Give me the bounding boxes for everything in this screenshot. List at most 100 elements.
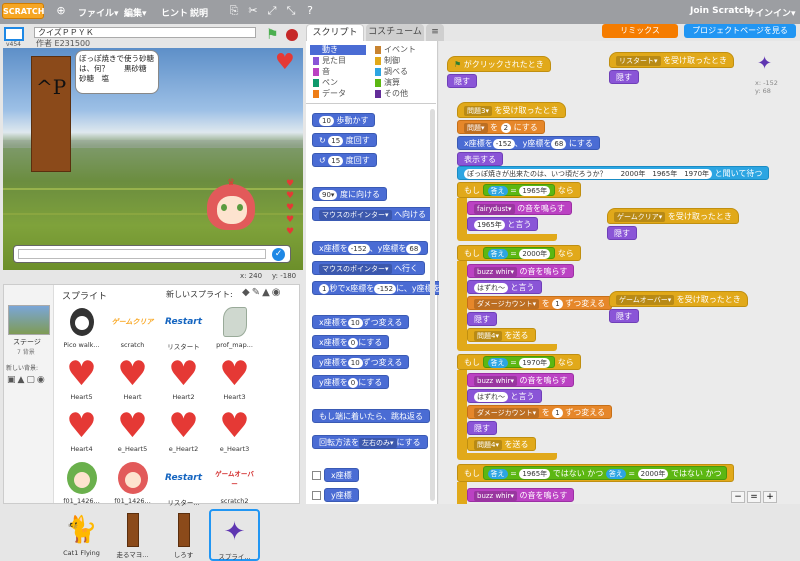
reporter-x-position[interactable]: x座標 xyxy=(324,468,359,482)
block-goto-xy[interactable]: x座標を -152 、y座標を 68 xyxy=(312,241,429,255)
sprite-tile[interactable]: ♥ Heart5 xyxy=(56,353,107,405)
block-change-variable[interactable]: ダメージカウント▾ を 1 ずつ変える xyxy=(467,405,613,419)
turn-right-input[interactable]: 15 xyxy=(328,135,344,146)
sound-dropdown[interactable]: buzz whir▾ xyxy=(474,266,517,277)
menu-edit[interactable]: 編集▾ xyxy=(124,6,147,19)
block-set-variable[interactable]: 問題▾ を 2 にする xyxy=(457,120,545,134)
stage-canvas[interactable]: ^P ぼっぽ焼きで使う砂糖は、何？ 黒砂糖 砂糖 塩 ♥ ♥ ♥ ♥ ♥ ♥ ♛ ✓ xyxy=(3,48,303,270)
answer-reporter[interactable]: 答え xyxy=(605,468,626,479)
answer-reporter[interactable]: 答え xyxy=(487,185,508,196)
palette-scrollbar[interactable] xyxy=(430,109,435,501)
damage-variable-dropdown[interactable]: ダメージカウント▾ xyxy=(474,407,540,418)
sprite-tile[interactable]: 走るマヨ... xyxy=(107,509,158,561)
damage-variable-dropdown[interactable]: ダメージカウント▾ xyxy=(474,298,540,309)
category-7[interactable]: 演算 xyxy=(372,78,400,88)
block-hide[interactable]: 隠す xyxy=(467,421,497,435)
block-turn-right[interactable]: ↻ 15 度回す xyxy=(312,133,377,147)
presentation-mode-icon[interactable] xyxy=(4,27,24,41)
anime-girl-sprite[interactable]: ♛ xyxy=(199,178,263,238)
block-if-answer-1970[interactable]: もし 答え = 1970年 なら xyxy=(457,354,581,370)
tab-costumes[interactable]: コスチューム xyxy=(366,24,424,41)
join-scratch-link[interactable]: Join Scratch xyxy=(690,6,751,16)
category-5[interactable]: 調べる xyxy=(372,67,408,77)
globe-icon[interactable]: ⊕ xyxy=(54,4,68,18)
goto-x-input[interactable]: -152 xyxy=(492,138,515,149)
project-title-input[interactable]: クイズＰＰＹＫ xyxy=(34,27,256,38)
submit-answer-icon[interactable]: ✓ xyxy=(272,248,285,261)
change-y-input[interactable]: 10 xyxy=(347,357,363,368)
compare-value-input[interactable]: 2000年 xyxy=(519,248,551,259)
move-steps-input[interactable]: 10 xyxy=(319,115,334,126)
compare-value-input[interactable]: 1965年 xyxy=(519,468,551,479)
block-if-answer-2000[interactable]: もし 答え = 2000年 なら xyxy=(457,245,581,261)
direction-input[interactable]: 90▾ xyxy=(319,189,338,200)
goto-x-input[interactable]: -152 xyxy=(347,243,370,254)
goto-dropdown[interactable]: マウスのポインター▾ xyxy=(319,263,392,274)
block-move-steps[interactable]: 10 歩動かす xyxy=(312,113,376,127)
sprite-tile[interactable]: f01_1426... xyxy=(56,457,107,509)
block-hide[interactable]: 隠す xyxy=(467,312,497,326)
sprite-tile[interactable]: ♥ Heart xyxy=(107,353,158,405)
sprite-tile[interactable]: Pico walk... xyxy=(56,301,107,353)
block-when-receive-q3[interactable]: 問題3▾ を受け取ったとき xyxy=(457,102,566,118)
category-2[interactable]: 見た目 xyxy=(310,56,346,66)
gameover-message-dropdown[interactable]: ゲームオーバー▾ xyxy=(616,294,675,305)
answer-input[interactable] xyxy=(18,249,266,259)
answer-reporter[interactable]: 答え xyxy=(487,357,508,368)
block-change-variable[interactable]: ダメージカウント▾ を 1 ずつ変える xyxy=(467,296,613,310)
block-play-sound[interactable]: fairydust▾ の音を鳴らす xyxy=(467,201,572,215)
compare-value-input[interactable]: 1965年 xyxy=(519,185,551,196)
sprite-tile[interactable]: ゲームクリア scratch xyxy=(107,301,158,353)
menu-tips[interactable]: ヒント xyxy=(161,6,188,19)
sprite-tile[interactable]: prof_map... xyxy=(209,301,260,353)
block-play-sound[interactable]: buzz whir▾ の音を鳴らす xyxy=(467,373,575,387)
zoom-out-button[interactable]: − xyxy=(731,491,745,503)
block-ask-and-wait[interactable]: ぽっぽ焼きが出来たのは、いつ頃だろうか？ 2000年 1965年 1970年 と… xyxy=(457,166,770,180)
block-play-sound[interactable]: buzz whir▾ の音を鳴らす xyxy=(467,264,575,278)
sound-dropdown[interactable]: buzz whir▾ xyxy=(474,375,517,386)
block-point-direction[interactable]: 90▾ 度に向ける xyxy=(312,187,387,201)
remix-button[interactable]: リミックス xyxy=(602,24,678,38)
compare-value-input[interactable]: 1970年 xyxy=(519,357,551,368)
category-9[interactable]: その他 xyxy=(372,89,408,99)
stick-character-sprite[interactable]: ^P xyxy=(31,56,71,172)
answer-reporter[interactable]: 答え xyxy=(487,248,508,259)
shrink-icon[interactable]: ⤡ xyxy=(284,4,298,18)
say-text-input[interactable]: はずれ～ xyxy=(474,391,508,402)
sprite-tile[interactable]: ♥ Heart4 xyxy=(56,405,107,457)
help-icon[interactable]: ? xyxy=(303,4,317,18)
green-flag-icon[interactable]: ⚑ xyxy=(266,27,279,43)
goto-y-input[interactable]: 68 xyxy=(551,138,567,149)
block-set-y[interactable]: y座標を 0 にする xyxy=(312,375,390,389)
block-bounce[interactable]: もし端に着いたら、跳ね返る xyxy=(312,409,430,423)
zoom-reset-button[interactable]: = xyxy=(747,491,761,503)
block-point-towards[interactable]: マウスのポインター▾ へ向ける xyxy=(312,207,434,221)
category-0[interactable]: 動き xyxy=(310,45,366,55)
variable-value-input[interactable]: 2 xyxy=(500,122,512,133)
category-8[interactable]: データ xyxy=(310,89,346,99)
block-glide[interactable]: 1 秒でx座標を -152 に、y座標を xyxy=(312,281,448,295)
answer-reporter[interactable]: 答え xyxy=(487,468,508,479)
rotation-dropdown[interactable]: 左右のみ▾ xyxy=(359,437,397,448)
change-amount-input[interactable]: 1 xyxy=(552,298,563,309)
change-amount-input[interactable]: 1 xyxy=(552,407,563,418)
say-text-input[interactable]: はずれ～ xyxy=(474,282,508,293)
block-turn-left[interactable]: ↺ 15 度回す xyxy=(312,153,377,167)
sprite-tile[interactable]: ♥ e_Heart5 xyxy=(107,405,158,457)
block-change-x[interactable]: x座標を 10 ずつ変える xyxy=(312,315,410,329)
block-when-flag-clicked[interactable]: ⚑ がクリックされたとき xyxy=(447,56,551,72)
variable-dropdown[interactable]: 問題▾ xyxy=(464,122,488,133)
block-show[interactable]: 表示する xyxy=(457,152,503,166)
block-hide[interactable]: 隠す xyxy=(609,70,639,84)
gameclear-message-dropdown[interactable]: ゲームクリア▾ xyxy=(614,211,666,222)
block-say[interactable]: 1965年 と言う xyxy=(467,217,539,231)
glide-x-input[interactable]: -152 xyxy=(374,283,397,294)
block-if-answer-1965[interactable]: もし 答え = 1965年 なら xyxy=(457,182,581,198)
cut-icon[interactable]: ✂ xyxy=(246,4,260,18)
category-3[interactable]: 制御 xyxy=(372,56,400,66)
grow-icon[interactable]: ⤢ xyxy=(265,4,279,18)
menu-file[interactable]: ファイル▾ xyxy=(78,6,119,19)
signin-link[interactable]: サインイン▾ xyxy=(746,6,796,19)
ask-question-input[interactable]: ぽっぽ焼きが出来たのは、いつ頃だろうか？ 2000年 1965年 1970年 xyxy=(464,168,713,179)
block-hide[interactable]: 隠す xyxy=(609,309,639,323)
